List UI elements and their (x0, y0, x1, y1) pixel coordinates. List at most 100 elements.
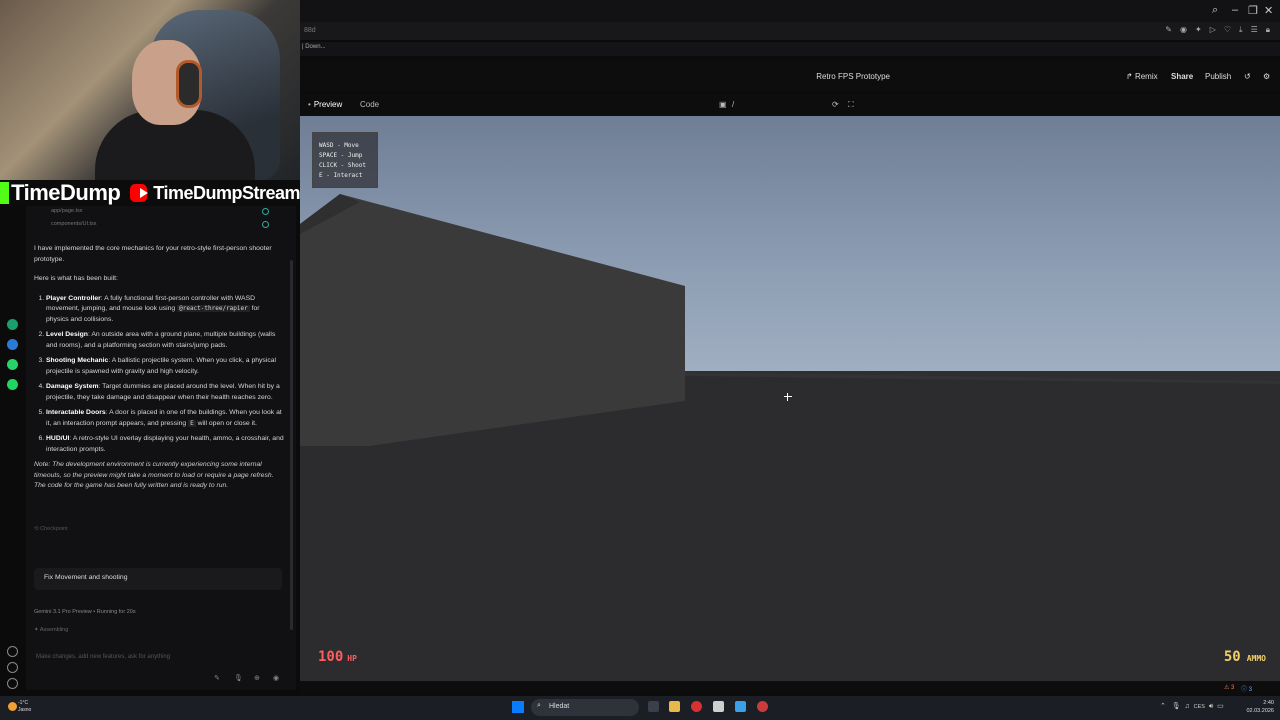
control-jump: SPACE - Jump (319, 152, 363, 159)
heart-icon[interactable] (7, 646, 18, 657)
control-shoot: CLICK - Shoot (319, 162, 366, 169)
network-icon[interactable]: ▭ (1217, 703, 1224, 710)
device-icon[interactable]: ▣ (719, 100, 727, 109)
play-icon[interactable]: ▷ (1210, 25, 1216, 35)
headphones-icon[interactable]: ♫ (1185, 703, 1190, 710)
chat-input[interactable]: Make changes, add new features, ask for … (34, 650, 290, 686)
warning-count[interactable]: ⓘ 3 (1241, 684, 1252, 693)
game-viewport[interactable]: WASD - Move SPACE - Jump CLICK - Shoot E… (300, 116, 1280, 681)
sidebar-strip (0, 206, 26, 690)
search-icon: ⌕ (537, 702, 541, 709)
whatsapp-icon[interactable] (7, 359, 18, 370)
restore-button[interactable]: ❐ (1248, 4, 1258, 17)
pen-icon[interactable]: ✎ (214, 674, 220, 682)
tab-code[interactable]: Code (360, 100, 379, 109)
bookmark-item[interactable]: | Down... (302, 44, 326, 50)
kick-icon (0, 182, 10, 204)
app-icon[interactable] (735, 701, 746, 712)
chevron-up-icon[interactable]: ⌃ (1160, 703, 1166, 710)
store-icon[interactable] (713, 701, 724, 712)
check-icon (262, 221, 269, 228)
share-button[interactable]: Share (1171, 72, 1193, 81)
close-button[interactable]: ✕ (1264, 4, 1273, 17)
edit-icon[interactable]: ✎ (1165, 25, 1172, 35)
search-label: Hledat (549, 703, 570, 710)
controls-help: WASD - Move SPACE - Jump CLICK - Shoot E… (312, 132, 378, 188)
menu-icon[interactable]: ☰ (1251, 25, 1258, 35)
history-icon[interactable]: ↺ (1244, 72, 1251, 81)
crosshair (784, 393, 792, 401)
error-count[interactable]: ⚠ 3 (1224, 684, 1234, 691)
feature-title: HUD/UI (46, 435, 70, 442)
app-icon[interactable] (757, 701, 768, 712)
windows-taskbar: -1°C Jasno ⌕ Hledat ⌃ 🎙︎ ♫ CES 🔊︎ ▭ 2:40… (0, 696, 1280, 720)
mic-icon[interactable]: 🎙︎ (1172, 703, 1181, 710)
weather-widget[interactable]: -1°C Jasno (18, 700, 31, 714)
feature-item: Level Design: An outside area with a gro… (46, 330, 284, 351)
address-bar[interactable]: 88d ✎ ◉ ✦ ▷ ♡ ⤓ ☰ 🔒︎ (300, 22, 1280, 40)
mic-icon[interactable]: 🎙︎ (234, 674, 243, 682)
feature-title: Player Controller (46, 294, 101, 302)
extension-icon[interactable]: ✦ (1195, 25, 1202, 35)
minimize-button[interactable]: – (1232, 4, 1238, 16)
note-text: Note: The development environment is cur… (34, 461, 274, 489)
add-icon[interactable]: ⊕ (254, 674, 260, 682)
built-heading: Here is what has been built: (34, 275, 118, 282)
spotify-icon[interactable] (7, 379, 18, 390)
app-icon[interactable] (7, 319, 18, 330)
ammo-display: 50 AMMO (1224, 646, 1266, 665)
model-status: Gemini 3.1 Pro Preview • Running for 20s (34, 609, 136, 615)
chat-panel: app/page.tsx components/UI.tsx I have im… (26, 206, 296, 690)
system-tray: ⌃ 🎙︎ ♫ CES 🔊︎ ▭ (1160, 702, 1224, 711)
extension-icons: ✎ ◉ ✦ ▷ ♡ ⤓ ☰ 🔒︎ (1165, 25, 1270, 35)
clock-date: 02.03.2026 (1246, 708, 1274, 714)
bookmark-icon[interactable]: ♡ (1224, 25, 1231, 35)
kick-channel: TimeDump (11, 180, 121, 205)
stop-icon[interactable]: ◉ (273, 674, 279, 682)
file-explorer-icon[interactable] (669, 701, 680, 712)
language-indicator[interactable]: CES (1194, 704, 1205, 710)
refresh-icon[interactable]: ⟳ (832, 100, 839, 109)
feature-title: Interactable Doors (46, 409, 106, 416)
file-item[interactable]: components/UI.tsx (51, 221, 97, 227)
file-item[interactable]: app/page.tsx (51, 208, 83, 214)
status-bar: ⚠ 3 ⓘ 3 (300, 681, 1280, 695)
youtube-icon (130, 184, 149, 202)
feature-item: HUD/UI: A retro-style UI overlay display… (46, 434, 284, 455)
info-icon[interactable] (7, 678, 18, 689)
checkpoint-label[interactable]: ⟲ Checkpoint (34, 526, 68, 532)
tab-preview[interactable]: Preview (308, 100, 342, 109)
bookmarks-bar: | Down... (300, 42, 1280, 56)
address-text[interactable]: 88d (304, 27, 316, 34)
hp-unit: HP (347, 654, 357, 663)
taskbar-search[interactable]: ⌕ Hledat (531, 699, 639, 716)
fullscreen-icon[interactable]: ⛶ (848, 100, 854, 110)
settings-icon[interactable]: ⚙ (1263, 72, 1270, 81)
assembling-status: ✦ Assembling (34, 627, 69, 633)
windows-start-icon[interactable] (512, 701, 524, 713)
feature-item: Player Controller: A fully functional fi… (46, 294, 284, 326)
feature-code: @react-three/rapier (177, 305, 250, 312)
feature-item: Shooting Mechanic: A ballistic projectil… (46, 356, 284, 377)
remix-button[interactable]: ↱ Remix (1126, 72, 1158, 81)
model-name[interactable]: Gemini 3.1 Pro Preview (34, 609, 92, 615)
history-icon[interactable] (7, 662, 18, 673)
task-view-icon[interactable] (648, 701, 659, 712)
feature-title: Level Design (46, 331, 88, 338)
download-icon[interactable]: ⤓ (1239, 25, 1243, 35)
volume-icon[interactable]: 🔊︎ (1209, 703, 1213, 710)
feature-code: E (188, 419, 196, 427)
messenger-icon[interactable] (7, 339, 18, 350)
clock[interactable]: 2:40 02.03.2026 (1246, 699, 1274, 715)
chat-scrollbar[interactable] (290, 260, 293, 630)
publish-button[interactable]: Publish (1205, 72, 1231, 81)
search-icon[interactable]: ⌕ (1212, 4, 1218, 17)
opera-icon[interactable] (691, 701, 702, 712)
feature-item: Damage System: Target dummies are placed… (46, 382, 284, 403)
hp-value: 100 (318, 649, 344, 665)
project-title[interactable]: Retro FPS Prototype (300, 72, 990, 81)
remix-label: Remix (1134, 72, 1158, 81)
route-path[interactable]: / (732, 100, 734, 109)
lock-icon[interactable]: 🔒︎ (1266, 25, 1270, 35)
camera-icon[interactable]: ◉ (1180, 25, 1187, 35)
